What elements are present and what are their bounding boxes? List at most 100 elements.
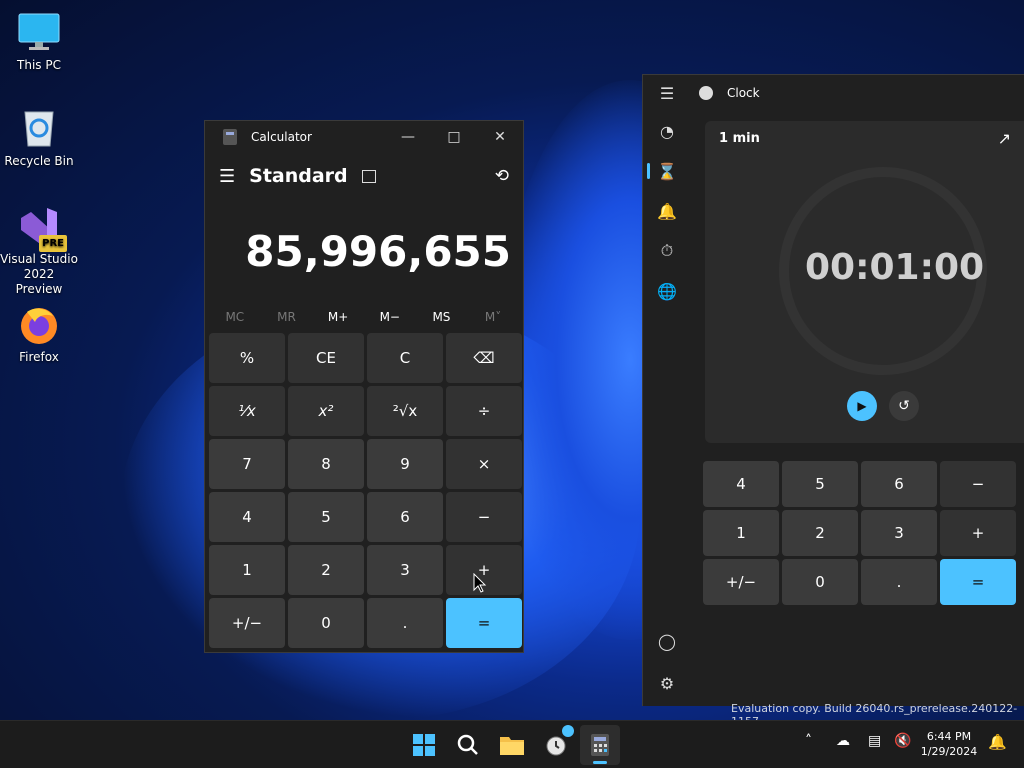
clock-date: 1/29/2024 (920, 745, 978, 758)
square-root-key[interactable]: ²√x (367, 386, 443, 436)
start-button[interactable] (404, 725, 444, 765)
world-clock-icon[interactable]: 🌐 (643, 273, 691, 309)
backspace-key[interactable]: ⌫ (446, 333, 522, 383)
stopwatch-icon[interactable]: ⏱ (643, 233, 691, 269)
firefox-icon (17, 302, 61, 346)
calculator-app-button[interactable] (580, 725, 620, 765)
negate-key[interactable]: +/− (209, 598, 285, 648)
onedrive-icon[interactable]: ☁ (836, 733, 850, 749)
recycle-bin-icon (17, 106, 61, 150)
digit-6-key: 6 (861, 461, 937, 507)
file-explorer-button[interactable] (492, 725, 532, 765)
search-button[interactable] (448, 725, 488, 765)
reciprocal-key[interactable]: ¹⁄x (209, 386, 285, 436)
alarm-clock-icon (546, 736, 566, 756)
clock-app-button[interactable] (536, 725, 576, 765)
timer-value: 00:01:00 (805, 247, 985, 288)
memory-subtract-button[interactable]: M− (365, 310, 415, 324)
digit-3-key[interactable]: 3 (367, 545, 443, 595)
show-hidden-icons-chevron-icon[interactable]: ˄ (805, 733, 812, 749)
notifications-bell-icon[interactable]: 🔔 (988, 733, 1007, 751)
window-title: Clock (727, 86, 760, 100)
mouse-cursor-icon (473, 573, 487, 593)
percent-key[interactable]: % (209, 333, 285, 383)
clear-key[interactable]: C (367, 333, 443, 383)
desktop-icon-visual-studio[interactable]: PRE Visual Studio 2022 Preview (0, 204, 78, 297)
calculator-keypad: % CE C ⌫ ¹⁄x x² ²√x ÷ 7 8 9 × 4 5 6 − 1 … (205, 333, 523, 648)
windows-logo-icon (413, 734, 435, 756)
digit-9-key[interactable]: 9 (367, 439, 443, 489)
memory-clear-button[interactable]: MC (210, 310, 260, 324)
calculator-titlebar[interactable]: Calculator — □ ✕ (205, 121, 523, 153)
desktop-icon-label: Visual Studio 2022 Preview (0, 252, 78, 296)
clear-entry-key[interactable]: CE (288, 333, 364, 383)
subtract-key[interactable]: − (446, 492, 522, 542)
volume-muted-icon[interactable]: 🔇 (894, 733, 911, 749)
clock-window: ☰ ◔ ⌛ 🔔 ⏱ 🌐 ◯ ⚙ Clock 1 min ↗ 00:01:00 ▶… (642, 74, 1024, 706)
hamburger-menu-icon[interactable]: ☰ (643, 75, 691, 111)
memory-add-button[interactable]: M+ (313, 310, 363, 324)
settings-gear-icon[interactable]: ⚙ (643, 665, 691, 701)
decimal-key[interactable]: . (367, 598, 443, 648)
digit-1-key[interactable]: 1 (209, 545, 285, 595)
digit-3-key: 3 (861, 510, 937, 556)
alarm-bell-icon[interactable]: 🔔 (643, 193, 691, 229)
notification-badge-icon (562, 725, 574, 737)
memory-row: MC MR M+ M− MS M˅ (205, 301, 523, 333)
digit-4-key[interactable]: 4 (209, 492, 285, 542)
memory-recall-button[interactable]: MR (261, 310, 311, 324)
square-key[interactable]: x² (288, 386, 364, 436)
account-icon[interactable]: ◯ (643, 623, 691, 659)
network-icon[interactable]: ▤ (868, 733, 881, 749)
desktop-icon-label: This PC (17, 58, 61, 72)
timer-label: 1 min (719, 131, 760, 146)
expand-icon[interactable]: ↗ (998, 129, 1011, 148)
digit-2-key: 2 (782, 510, 858, 556)
desktop-icon-firefox[interactable]: Firefox (0, 302, 78, 365)
divide-key[interactable]: ÷ (446, 386, 522, 436)
preview-badge: PRE (39, 235, 67, 252)
reset-button[interactable]: ↺ (889, 391, 919, 421)
digit-8-key[interactable]: 8 (288, 439, 364, 489)
folder-icon (500, 737, 524, 755)
desktop-icon-recycle-bin[interactable]: Recycle Bin (0, 106, 78, 169)
active-indicator (593, 761, 607, 764)
subtract-key: − (940, 461, 1016, 507)
hamburger-menu-icon[interactable]: ☰ (219, 166, 235, 187)
memory-store-button[interactable]: MS (416, 310, 466, 324)
taskbar: ˄ ☁ ▤ 🔇 6:44 PM 1/29/2024 🔔 (0, 720, 1024, 768)
maximize-button[interactable]: □ (431, 121, 477, 153)
close-button[interactable]: ✕ (477, 121, 523, 153)
minimize-button[interactable]: — (385, 121, 431, 153)
mode-title: Standard (249, 165, 348, 187)
window-title: Calculator (251, 130, 312, 144)
play-button[interactable]: ▶ (847, 391, 877, 421)
digit-0-key[interactable]: 0 (288, 598, 364, 648)
digit-5-key: 5 (782, 461, 858, 507)
digit-1-key: 1 (703, 510, 779, 556)
clock-time: 6:44 PM (926, 730, 972, 743)
digit-0-key: 0 (782, 559, 858, 605)
negate-key: +/− (703, 559, 779, 605)
digit-5-key[interactable]: 5 (288, 492, 364, 542)
calculator-app-icon (223, 129, 237, 145)
desktop-icon-label: Recycle Bin (4, 154, 74, 168)
digit-2-key[interactable]: 2 (288, 545, 364, 595)
equals-key: = (940, 559, 1016, 605)
timer-icon[interactable]: ⌛ (643, 153, 691, 189)
system-clock[interactable]: 6:44 PM 1/29/2024 (916, 729, 982, 759)
digit-6-key[interactable]: 6 (367, 492, 443, 542)
digit-7-key[interactable]: 7 (209, 439, 285, 489)
clock-titlebar[interactable]: Clock (699, 83, 760, 103)
equals-key[interactable]: = (446, 598, 522, 648)
visual-studio-icon: PRE (17, 204, 67, 252)
focus-sessions-icon[interactable]: ◔ (643, 113, 691, 149)
calculator-display: 85,996,655 (245, 227, 511, 276)
history-icon[interactable]: ⟲ (495, 166, 509, 186)
keep-on-top-icon[interactable] (361, 169, 376, 183)
search-icon (457, 734, 478, 755)
digit-4-key: 4 (703, 461, 779, 507)
memory-list-button[interactable]: M˅ (468, 310, 518, 324)
desktop-icon-this-pc[interactable]: This PC (0, 10, 78, 73)
multiply-key[interactable]: × (446, 439, 522, 489)
